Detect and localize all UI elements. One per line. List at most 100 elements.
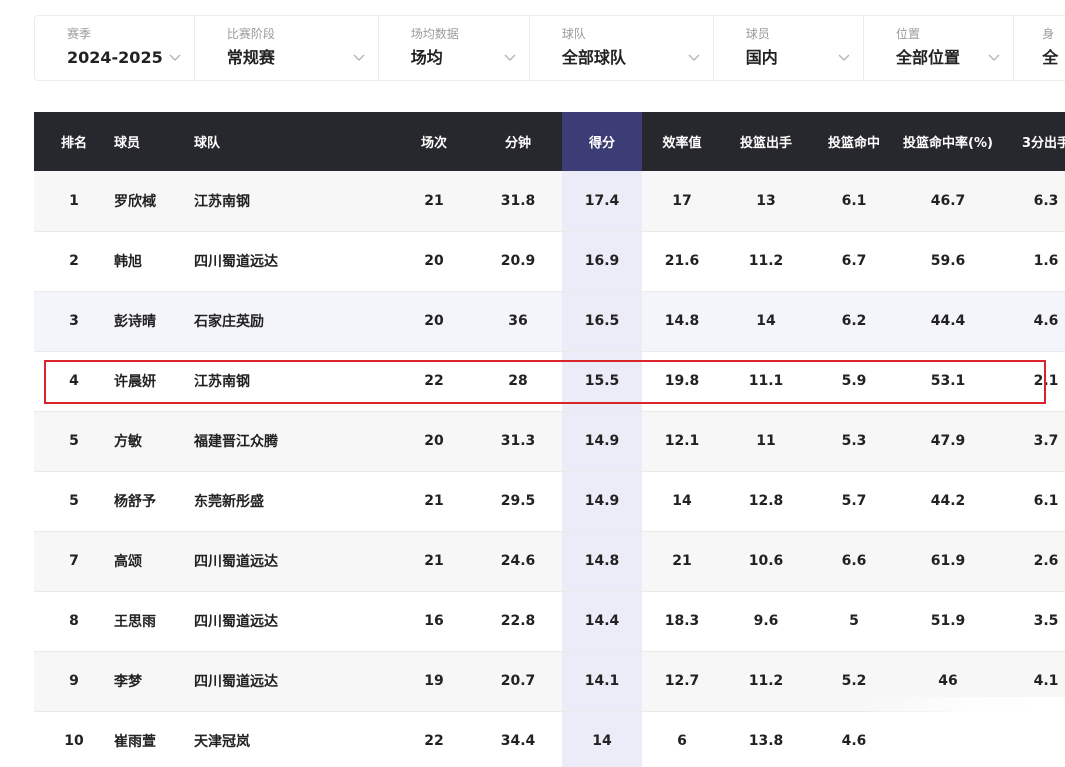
- filter-team[interactable]: 球队 全部球队: [530, 16, 714, 80]
- filter-label: 球员: [745, 27, 770, 41]
- cell-fgm: 5: [810, 591, 898, 652]
- cell-games: 22: [394, 711, 474, 767]
- filter-label: 位置: [896, 27, 921, 41]
- cell-3pa: 2.6: [998, 531, 1065, 592]
- cell-rank: 1: [34, 171, 114, 232]
- column-header-3pa[interactable]: 3分出手: [998, 112, 1065, 171]
- cell-player: 王思雨: [114, 591, 194, 652]
- cell-rank: 9: [34, 651, 114, 712]
- column-header-player[interactable]: 球员: [114, 112, 194, 171]
- filter-bar: 赛季 2024-2025 比赛阶段 常规赛 场均数据 场均 球队 全部球队 球员…: [34, 15, 1065, 81]
- cell-fga: 9.6: [722, 591, 810, 652]
- cell-points: 16.9: [562, 231, 642, 292]
- cell-games: 21: [394, 171, 474, 232]
- cell-points: 16.5: [562, 291, 642, 352]
- cell-fg-pct: 51.9: [898, 591, 998, 652]
- table-row[interactable]: 5 方敏 福建晋江众腾 20 31.3 14.9 12.1 11 5.3 47.9 3.7: [34, 411, 1065, 472]
- table-row[interactable]: 5 杨舒予 东莞新彤盛 21 29.5 14.9 14 12.8 5.7 44.2 6.1: [34, 471, 1065, 532]
- column-header-team[interactable]: 球队: [194, 112, 394, 171]
- cell-fg-pct: 59.6: [898, 231, 998, 292]
- column-header-efficiency[interactable]: 效率值: [642, 112, 722, 171]
- cell-efficiency: 14: [642, 471, 722, 532]
- table-row[interactable]: 2 韩旭 四川蜀道远达 20 20.9 16.9 21.6 11.2 6.7 59.6 1.6: [34, 231, 1065, 292]
- filter-position[interactable]: 位置 全部位置: [864, 16, 1015, 80]
- cell-games: 21: [394, 471, 474, 532]
- cell-efficiency: 17: [642, 171, 722, 232]
- table-header-row: 排名 球员 球队 场次 分钟 得分 效率值 投篮出手 投篮命中 投篮命中率(%)…: [34, 112, 1065, 171]
- filter-stage[interactable]: 比赛阶段 常规赛: [195, 16, 379, 80]
- cell-games: 20: [394, 291, 474, 352]
- cell-fga: 11.2: [722, 651, 810, 712]
- cell-3pa: 4.1: [998, 651, 1065, 712]
- cell-3pa: 2.1: [998, 351, 1065, 412]
- cell-player: 方敏: [114, 411, 194, 472]
- filter-stat-type[interactable]: 场均数据 场均: [379, 16, 530, 80]
- column-header-points[interactable]: 得分: [562, 112, 642, 171]
- filter-height[interactable]: 身 全: [1014, 16, 1065, 80]
- cell-player: 罗欣棫: [114, 171, 194, 232]
- cell-fg-pct: 46: [898, 651, 998, 712]
- column-header-games[interactable]: 场次: [394, 112, 474, 171]
- cell-games: 19: [394, 651, 474, 712]
- cell-player: 韩旭: [114, 231, 194, 292]
- cell-efficiency: 6: [642, 711, 722, 767]
- cell-player: 崔雨萱: [114, 711, 194, 767]
- filter-label: 比赛阶段: [226, 27, 275, 41]
- cell-fg-pct: 44.2: [898, 471, 998, 532]
- cell-rank: 5: [34, 411, 114, 472]
- cell-fg-pct: 47.9: [898, 411, 998, 472]
- column-header-fgm[interactable]: 投篮命中: [810, 112, 898, 171]
- filter-player[interactable]: 球员 国内: [714, 16, 865, 80]
- cell-efficiency: 14.8: [642, 291, 722, 352]
- cell-efficiency: 12.7: [642, 651, 722, 712]
- cell-fg-pct: [898, 711, 998, 767]
- table-row[interactable]: 1 罗欣棫 江苏南钢 21 31.8 17.4 17 13 6.1 46.7 6.3: [34, 171, 1065, 232]
- filter-value: 全: [1042, 48, 1059, 67]
- cell-fgm: 5.7: [810, 471, 898, 532]
- cell-efficiency: 21: [642, 531, 722, 592]
- cell-rank: 3: [34, 291, 114, 352]
- cell-minutes: 31.8: [474, 171, 562, 232]
- cell-team: 四川蜀道远达: [194, 231, 394, 292]
- cell-points: 14.8: [562, 531, 642, 592]
- cell-minutes: 20.9: [474, 231, 562, 292]
- column-header-fga[interactable]: 投篮出手: [722, 112, 810, 171]
- cell-3pa: 6.1: [998, 471, 1065, 532]
- table-row[interactable]: 9 李梦 四川蜀道远达 19 20.7 14.1 12.7 11.2 5.2 46 4.1: [34, 651, 1065, 712]
- cell-points: 15.5: [562, 351, 642, 412]
- cell-minutes: 31.3: [474, 411, 562, 472]
- cell-3pa: 3.5: [998, 591, 1065, 652]
- filter-label: 赛季: [67, 27, 92, 41]
- column-header-minutes[interactable]: 分钟: [474, 112, 562, 171]
- filter-season[interactable]: 赛季 2024-2025: [35, 16, 195, 80]
- table-row[interactable]: 8 王思雨 四川蜀道远达 16 22.8 14.4 18.3 9.6 5 51.9 3.5: [34, 591, 1065, 652]
- table-row[interactable]: 10 崔雨萱 天津冠岚 22 34.4 14 6 13.8 4.6: [34, 711, 1065, 767]
- cell-games: 22: [394, 351, 474, 412]
- chevron-down-icon: [838, 54, 850, 61]
- cell-team: 四川蜀道远达: [194, 591, 394, 652]
- cell-3pa: 6.3: [998, 171, 1065, 232]
- cell-fg-pct: 61.9: [898, 531, 998, 592]
- cell-games: 21: [394, 531, 474, 592]
- cell-points: 14.4: [562, 591, 642, 652]
- cell-fgm: 6.7: [810, 231, 898, 292]
- cell-rank: 10: [34, 711, 114, 767]
- cell-minutes: 34.4: [474, 711, 562, 767]
- cell-fga: 13: [722, 171, 810, 232]
- cell-3pa: 1.6: [998, 231, 1065, 292]
- table-row[interactable]: 3 彭诗晴 石家庄英励 20 36 16.5 14.8 14 6.2 44.4 4.6: [34, 291, 1065, 352]
- table-row[interactable]: 4 许晨妍 江苏南钢 22 28 15.5 19.8 11.1 5.9 53.1 2.1: [34, 351, 1065, 412]
- cell-fga: 10.6: [722, 531, 810, 592]
- cell-points: 14.9: [562, 411, 642, 472]
- cell-player: 高颂: [114, 531, 194, 592]
- cell-fga: 13.8: [722, 711, 810, 767]
- cell-team: 天津冠岚: [194, 711, 394, 767]
- cell-fgm: 6.1: [810, 171, 898, 232]
- cell-fga: 11: [722, 411, 810, 472]
- cell-points: 14.9: [562, 471, 642, 532]
- cell-minutes: 29.5: [474, 471, 562, 532]
- column-header-fg-pct[interactable]: 投篮命中率(%): [898, 112, 998, 171]
- table-row[interactable]: 7 高颂 四川蜀道远达 21 24.6 14.8 21 10.6 6.6 61.9 2.6: [34, 531, 1065, 592]
- column-header-rank[interactable]: 排名: [34, 112, 114, 171]
- cell-minutes: 24.6: [474, 531, 562, 592]
